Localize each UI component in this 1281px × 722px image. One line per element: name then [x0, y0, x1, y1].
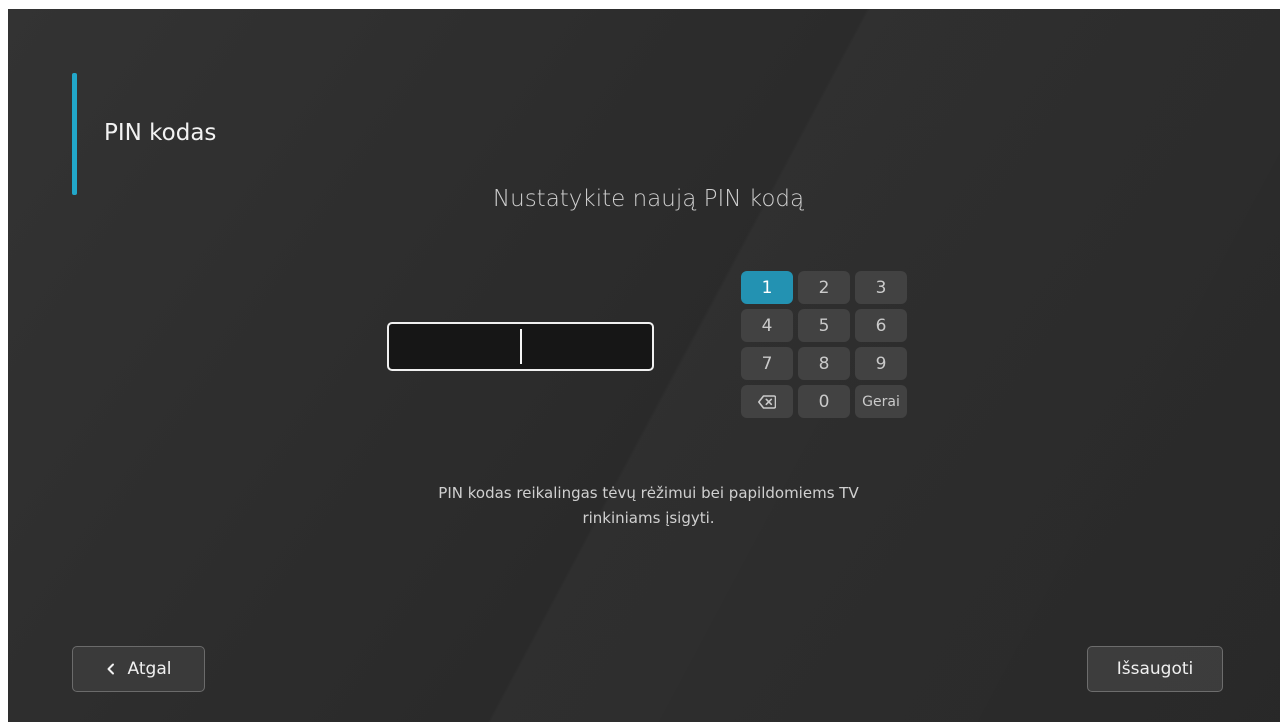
back-button[interactable]: Atgal: [72, 646, 205, 692]
key-ok[interactable]: Gerai: [855, 385, 907, 418]
text-caret: [520, 329, 522, 364]
save-button[interactable]: Išsaugoti: [1087, 646, 1223, 692]
page-title: PIN kodas: [104, 120, 217, 146]
key-2[interactable]: 2: [798, 271, 850, 304]
pin-instruction: Nustatykite naują PIN kodą: [492, 186, 805, 212]
section-accent-bar: [72, 73, 77, 195]
backspace-icon: [758, 394, 776, 409]
key-0[interactable]: 0: [798, 385, 850, 418]
pin-settings-screen: PIN kodas Nustatykite naują PIN kodą 1 2…: [8, 9, 1280, 722]
key-5[interactable]: 5: [798, 309, 850, 342]
key-backspace[interactable]: [741, 385, 793, 418]
key-7[interactable]: 7: [741, 347, 793, 380]
chevron-left-icon: [107, 663, 114, 675]
key-8[interactable]: 8: [798, 347, 850, 380]
numeric-keypad: 1 2 3 4 5 6 7 8 9 0 Gerai: [741, 271, 907, 418]
back-button-label: Atgal: [127, 659, 172, 679]
key-1[interactable]: 1: [741, 271, 793, 304]
save-button-label: Išsaugoti: [1116, 659, 1194, 679]
pin-info-line-2: rinkiniams įsigyti.: [582, 509, 715, 527]
pin-info-line-1: PIN kodas reikalingas tėvų rėžimui bei p…: [438, 484, 859, 502]
key-9[interactable]: 9: [855, 347, 907, 380]
pin-info-text: PIN kodas reikalingas tėvų rėžimui bei p…: [8, 481, 1280, 531]
key-6[interactable]: 6: [855, 309, 907, 342]
key-4[interactable]: 4: [741, 309, 793, 342]
key-3[interactable]: 3: [855, 271, 907, 304]
pin-input[interactable]: [387, 322, 654, 371]
